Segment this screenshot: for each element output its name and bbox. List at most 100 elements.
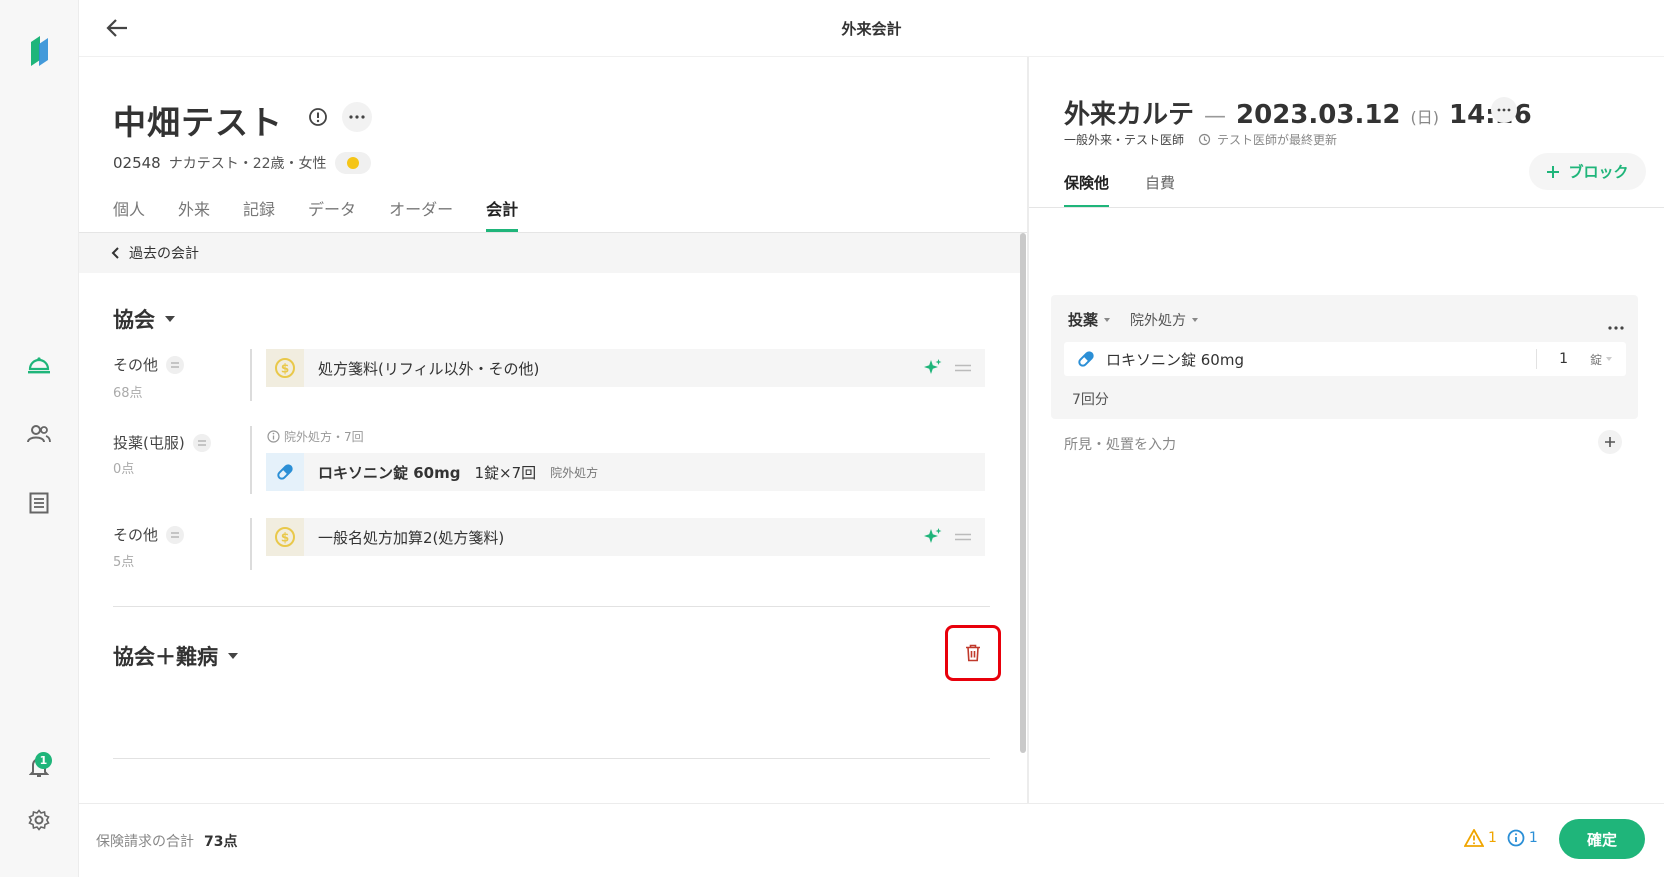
- rx-subtype-select[interactable]: 院外処方: [1130, 310, 1199, 330]
- drug-name: ロキソニン錠 60mg: [318, 463, 461, 482]
- past-billing-label: 過去の会計: [129, 246, 199, 262]
- patient-info: 02548 ナカテスト・22歳・女性: [113, 152, 371, 174]
- coin-icon: $: [266, 518, 304, 556]
- trash-icon: [966, 644, 980, 662]
- insurance-group-title[interactable]: 協会: [113, 304, 175, 334]
- patient-details: ナカテスト・22歳・女性: [168, 156, 327, 172]
- chevron-left-icon: [111, 247, 119, 259]
- rx-drug-row[interactable]: ロキソニン錠 60mg 1 錠: [1064, 342, 1626, 376]
- top-bar: 外来会計: [79, 0, 1664, 57]
- karte-tabs-divider: [1029, 207, 1664, 208]
- karte-date: 2023.03.12: [1236, 100, 1401, 130]
- karte-meta: 一般外来・テスト医師 テスト医師が最終更新: [1064, 131, 1337, 148]
- karte-visit-type: 一般外来・テスト医師: [1064, 133, 1185, 147]
- confirm-button[interactable]: 確定: [1559, 819, 1645, 859]
- info-icon: [1507, 829, 1525, 847]
- rx-days: 7回分: [1072, 392, 1109, 408]
- row-points: 68点: [113, 386, 143, 401]
- claim-total: 保険請求の合計 73点: [96, 831, 237, 851]
- caret-down-icon: [228, 653, 238, 659]
- svg-text:$: $: [281, 531, 289, 545]
- records-list-icon[interactable]: [25, 489, 53, 517]
- tab-data[interactable]: データ: [308, 196, 356, 232]
- billing-item[interactable]: $ 一般名処方加算2(処方箋料): [266, 518, 985, 556]
- left-rail: 1: [0, 0, 79, 877]
- karte-time: 14:26: [1449, 100, 1532, 130]
- patient-tabs: 個人 外来 記録 データ オーダー 会計: [113, 196, 551, 232]
- group-divider: [113, 758, 990, 759]
- karte-tabs: 保険他 自費: [1064, 172, 1211, 208]
- delete-group-button[interactable]: [945, 625, 1001, 681]
- rx-drug-name: ロキソニン錠 60mg: [1106, 350, 1244, 369]
- billing-item[interactable]: $ 処方箋料(リフィル以外・その他): [266, 349, 985, 387]
- rx-more-icon[interactable]: [1608, 315, 1624, 334]
- rx-category: 投薬: [1068, 311, 1099, 329]
- add-block-button[interactable]: ブロック: [1529, 153, 1646, 190]
- sparkle-icon[interactable]: [923, 358, 943, 378]
- tab-personal[interactable]: 個人: [113, 196, 145, 232]
- findings-input[interactable]: 所見・処置を入力: [1064, 434, 1176, 454]
- settings-gear-icon[interactable]: [25, 806, 53, 834]
- tab-insurance[interactable]: 保険他: [1064, 172, 1110, 208]
- patient-status-tag[interactable]: [334, 152, 371, 174]
- row-points: 5点: [113, 555, 135, 570]
- drug-tag: 院外処方: [550, 465, 599, 480]
- row-divider: [250, 518, 252, 570]
- row-label-text: 投薬(屯服): [113, 434, 185, 452]
- pane-divider: [1027, 57, 1029, 803]
- insurance-group-label: 協会: [113, 308, 155, 332]
- scrollbar[interactable]: [1020, 233, 1026, 753]
- coin-icon: $: [266, 349, 304, 387]
- plus-icon: [1605, 437, 1615, 447]
- karte-more-icon[interactable]: [1491, 97, 1517, 123]
- karte-title: 外来カルテ — 2023.03.12 (日) 14:26: [1064, 94, 1532, 131]
- app-logo-icon[interactable]: [25, 36, 53, 66]
- karte-weekday: (日): [1410, 108, 1440, 127]
- prescription-note-text: 院外処方・7回: [284, 430, 364, 444]
- drag-handle-icon[interactable]: [955, 533, 971, 541]
- reception-bell-icon[interactable]: [25, 352, 53, 380]
- patient-name: 中畑テスト: [113, 103, 283, 142]
- patient-alert-icon[interactable]: [303, 102, 333, 132]
- past-billing-link[interactable]: 過去の会計: [79, 233, 1021, 273]
- caret-down-icon: [1606, 357, 1612, 361]
- tab-billing[interactable]: 会計: [486, 196, 519, 232]
- tab-outpatient[interactable]: 外来: [178, 196, 210, 232]
- drag-handle-icon[interactable]: [955, 364, 971, 372]
- rx-category-select[interactable]: 投薬: [1068, 309, 1111, 330]
- drug-item[interactable]: ロキソニン錠 60mg 1錠×7回 院外処方: [266, 453, 985, 491]
- drug-dose: 1錠×7回: [474, 463, 537, 482]
- rx-qty[interactable]: 1: [1559, 351, 1568, 367]
- patients-icon[interactable]: [25, 420, 53, 448]
- info-icon: [267, 430, 280, 443]
- drag-handle-icon[interactable]: [166, 525, 185, 544]
- tab-orders[interactable]: オーダー: [389, 196, 453, 232]
- patient-more-icon[interactable]: [342, 102, 372, 132]
- sparkle-icon[interactable]: [923, 527, 943, 547]
- validation-counts[interactable]: 1 1: [1464, 829, 1538, 847]
- insurance-intractable-group-title[interactable]: 協会＋難病: [113, 641, 238, 671]
- pill-icon: [1078, 351, 1094, 367]
- insurance-intractable-group-label: 協会＋難病: [113, 645, 218, 669]
- karte-updated: テスト医師が最終更新: [1217, 133, 1338, 147]
- rx-subtype: 院外処方: [1130, 312, 1187, 329]
- row-points: 0点: [113, 462, 135, 477]
- row-label: 投薬(屯服): [113, 432, 211, 453]
- rx-unit[interactable]: 錠: [1590, 351, 1602, 368]
- prescription-note: 院外処方・7回: [267, 428, 364, 445]
- drag-handle-icon[interactable]: [192, 433, 211, 452]
- title-dash: —: [1204, 104, 1227, 129]
- drag-handle-icon[interactable]: [166, 355, 185, 374]
- add-findings-button[interactable]: [1598, 430, 1622, 454]
- claim-total-value: 73点: [204, 834, 238, 850]
- footer-bar: 保険請求の合計 73点 1 1 確定: [79, 803, 1664, 877]
- tab-records[interactable]: 記録: [243, 196, 275, 232]
- claim-total-label: 保険請求の合計: [96, 834, 194, 850]
- warning-icon: [1464, 829, 1484, 847]
- page-title: 外来会計: [841, 20, 902, 38]
- prescription-block: 投薬 院外処方 ロキソニン錠 60mg 1 錠 7回分: [1051, 295, 1638, 419]
- prescription-header: 投薬 院外処方: [1068, 309, 1199, 330]
- group-divider: [113, 606, 990, 607]
- tab-self-pay[interactable]: 自費: [1145, 172, 1175, 208]
- info-count: 1: [1528, 830, 1538, 846]
